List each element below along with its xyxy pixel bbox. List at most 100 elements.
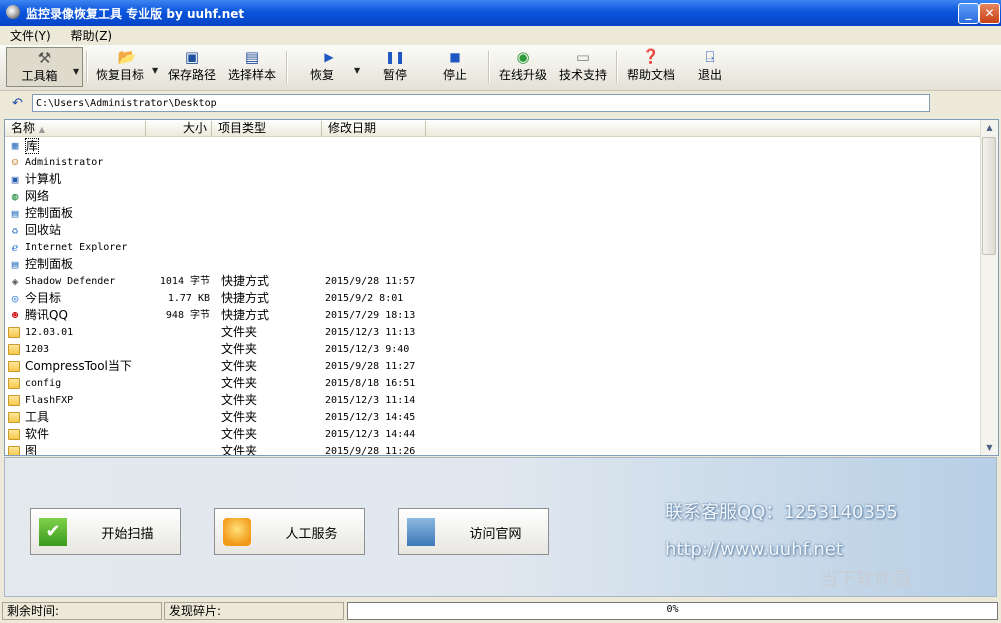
recover-target-button[interactable]: 📂 恢复目标 ▼: [92, 47, 162, 87]
exit-door-icon: ⍈: [705, 48, 715, 66]
item-date: 2015/9/28 11:27: [325, 361, 416, 372]
computer-icon: ▣: [11, 173, 19, 186]
hammer-icon: ⚒: [37, 49, 52, 67]
address-bar: ↶ C:\Users\Administrator\Desktop: [0, 91, 1001, 117]
list-item[interactable]: 图 文件夹 2015/9/28 11:26: [5, 443, 980, 456]
list-item[interactable]: ☺ Administrator: [5, 154, 980, 171]
control-panel-icon: ▤: [11, 258, 19, 271]
select-sample-button[interactable]: ▤ 选择样本: [224, 47, 280, 87]
window-title: 监控录像恢复工具 专业版 by uuhf.net: [26, 7, 245, 21]
item-date: 2015/9/28 11:57: [325, 276, 416, 287]
chevron-down-icon[interactable]: ▼: [73, 67, 79, 76]
library-icon: ▦: [11, 139, 19, 152]
toolbar-separator: [616, 51, 618, 83]
list-item[interactable]: ◍ 网络: [5, 188, 980, 205]
scroll-thumb[interactable]: [982, 137, 996, 255]
start-scan-button[interactable]: ✔ 开始扫描: [30, 508, 181, 555]
item-type: 快捷方式: [221, 308, 270, 322]
column-type[interactable]: 项目类型: [212, 121, 322, 136]
website-icon: [407, 518, 435, 546]
item-type: 快捷方式: [221, 291, 270, 305]
folder-icon: [8, 344, 20, 355]
toolbox-button[interactable]: ⚒ 工具箱 ▼: [6, 47, 83, 87]
list-item[interactable]: ▦ 库: [5, 137, 980, 154]
item-name: 图: [25, 444, 38, 456]
scroll-up-icon[interactable]: ▲: [982, 120, 997, 135]
list-item[interactable]: ◈ Shadow Defender 1014 字节 快捷方式 2015/9/28 11:…: [5, 273, 980, 290]
item-date: 2015/12/3 11:14: [325, 395, 416, 406]
menu-help[interactable]: 帮助(Z): [61, 26, 119, 44]
list-item[interactable]: 1203 文件夹 2015/12/3 9:40: [5, 341, 980, 358]
item-type: 文件夹: [221, 376, 258, 390]
vertical-scrollbar[interactable]: ▲ ▼: [980, 120, 998, 455]
item-date: 2015/9/2 8:01: [325, 293, 404, 304]
column-size[interactable]: 大小: [146, 121, 212, 136]
list-item[interactable]: ▣ 计算机: [5, 171, 980, 188]
item-type: 文件夹: [221, 427, 258, 441]
list-item[interactable]: ◎ 今目标 1.77 KB 快捷方式 2015/9/2 8:01: [5, 290, 980, 307]
chevron-down-icon[interactable]: ▼: [354, 66, 360, 75]
contact-url[interactable]: http://www.uuhf.net: [665, 539, 843, 560]
help-doc-button[interactable]: ❓ 帮助文档: [622, 47, 680, 87]
list-item[interactable]: config 文件夹 2015/8/18 16:51: [5, 375, 980, 392]
list-item[interactable]: ☻ 腾讯QQ 948 字节 快捷方式 2015/7/29 18:13: [5, 307, 980, 324]
scroll-down-icon[interactable]: ▼: [982, 440, 997, 455]
qq-icon: ☻: [11, 309, 19, 322]
item-type: 文件夹: [221, 342, 258, 356]
fragments-found: 发现碎片:: [164, 602, 344, 620]
open-folder-icon: 📂: [117, 48, 137, 66]
path-input[interactable]: C:\Users\Administrator\Desktop: [32, 94, 930, 112]
stop-button[interactable]: ■ 停止: [432, 47, 478, 87]
file-list[interactable]: 名称 ▲ 大小 项目类型 修改日期 ▦ 库 ☺ Administrator ▣ 计算机 ◍ 网…: [4, 119, 999, 456]
list-item[interactable]: FlashFXP 文件夹 2015/12/3 11:14: [5, 392, 980, 409]
item-name: Shadow Defender: [25, 276, 116, 287]
list-item[interactable]: ♻ 回收站: [5, 222, 980, 239]
folder-icon: [8, 378, 20, 389]
play-icon: ▶: [324, 50, 334, 64]
column-name[interactable]: 名称 ▲: [5, 121, 146, 136]
list-item[interactable]: ▤ 控制面板: [5, 256, 980, 273]
list-item[interactable]: 工具 文件夹 2015/12/3 14:45: [5, 409, 980, 426]
item-date: 2015/12/3 9:40: [325, 344, 410, 355]
control-panel-icon: ▤: [11, 207, 19, 220]
item-name: 回收站: [25, 223, 62, 237]
online-upgrade-button[interactable]: ◉ 在线升级: [494, 47, 552, 87]
progress-text: 0%: [666, 604, 679, 615]
list-item[interactable]: ℯ Internet Explorer: [5, 239, 980, 256]
item-size: 1014 字节: [159, 276, 210, 287]
chevron-down-icon[interactable]: ▼: [152, 66, 158, 75]
back-arrow-icon[interactable]: ↶: [12, 96, 23, 111]
minimize-button[interactable]: _: [958, 3, 979, 24]
network-icon: ◍: [11, 190, 19, 203]
list-item[interactable]: ▤ 控制面板: [5, 205, 980, 222]
list-item[interactable]: CompressTool当下 文件夹 2015/9/28 11:27: [5, 358, 980, 375]
list-item[interactable]: 12.03.01 文件夹 2015/12/3 11:13: [5, 324, 980, 341]
visit-site-button[interactable]: 访问官网: [398, 508, 549, 555]
manual-service-button[interactable]: 人工服务: [214, 508, 365, 555]
column-modified[interactable]: 修改日期: [322, 121, 426, 136]
checkmark-icon: ✔: [39, 518, 67, 546]
recover-button[interactable]: ▶ 恢复 ▼: [294, 47, 364, 87]
folder-icon: [8, 429, 20, 440]
contact-qq: 联系客服QQ：1253140355: [665, 502, 898, 523]
toolbar: ⚒ 工具箱 ▼ 📂 恢复目标 ▼ ▣ 保存路径 ▤ 选择样本 ▶ 恢复 ▼ ❚❚…: [0, 45, 1001, 91]
item-name: 软件: [25, 427, 50, 441]
folder-icon: [8, 327, 20, 338]
recycle-bin-icon: ♻: [11, 224, 19, 237]
folder-icon: [8, 361, 20, 372]
remaining-time: 剩余时间:: [2, 602, 162, 620]
pause-button[interactable]: ❚❚ 暂停: [372, 47, 418, 87]
item-type: 文件夹: [221, 444, 258, 456]
tech-support-button[interactable]: ▭ 技术支持: [556, 47, 610, 87]
list-header: 名称 ▲ 大小 项目类型 修改日期: [5, 120, 980, 137]
globe-icon: ◉: [516, 48, 530, 66]
item-date: 2015/7/29 18:13: [325, 310, 416, 321]
menu-file[interactable]: 文件(Y): [0, 26, 57, 44]
exit-button[interactable]: ⍈ 退出: [690, 47, 730, 87]
close-button[interactable]: ✕: [979, 3, 1000, 24]
list-item[interactable]: 软件 文件夹 2015/12/3 14:44: [5, 426, 980, 443]
watermark: 当下软件园: [820, 569, 910, 590]
app-icon: [6, 5, 20, 19]
save-path-button[interactable]: ▣ 保存路径: [164, 47, 220, 87]
internet-explorer-icon: ℯ: [11, 241, 19, 254]
